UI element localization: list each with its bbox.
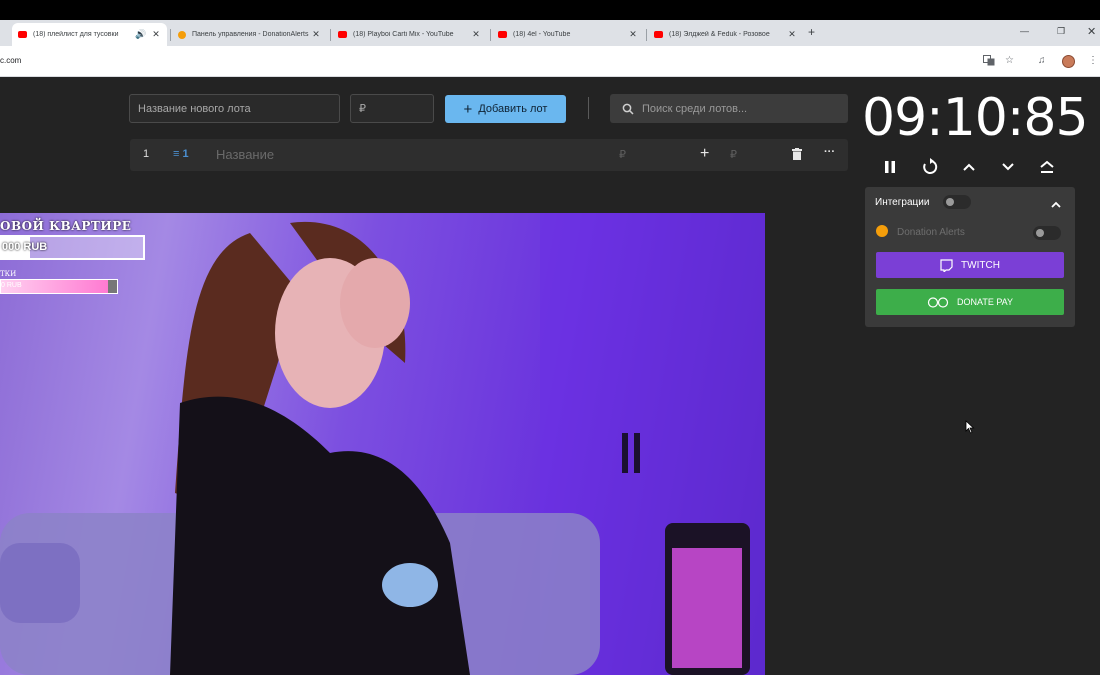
tab-title: (18) Элджей & Feduk - Розовое bbox=[669, 31, 770, 38]
address-bar: c.com ☆ ♫ ⋮ bbox=[0, 46, 1100, 77]
donatepay-icon bbox=[927, 296, 949, 308]
browser-tab-strip: (18) плейлист для тусовки 🔊 ✕ Панель упр… bbox=[0, 20, 1100, 46]
integrations-panel: Интеграции Donation Alerts TWITCH DONATE… bbox=[865, 187, 1075, 327]
new-lot-price-input[interactable]: ₽ bbox=[350, 94, 434, 123]
search-placeholder: Поиск среди лотов... bbox=[642, 102, 748, 115]
donationalerts-icon bbox=[876, 225, 888, 237]
close-icon[interactable]: ✕ bbox=[471, 29, 481, 40]
restore-icon[interactable]: ❐ bbox=[1057, 26, 1065, 37]
goal-title: ОВОЙ КВАРТИРЕ bbox=[0, 219, 132, 233]
youtube-icon bbox=[338, 31, 347, 38]
tab-playlist[interactable]: (18) плейлист для тусовки 🔊 ✕ bbox=[12, 23, 167, 46]
translate-icon[interactable] bbox=[983, 55, 995, 69]
close-icon[interactable]: ✕ bbox=[151, 29, 161, 40]
profile-avatar[interactable] bbox=[1062, 55, 1075, 68]
twitch-button[interactable]: TWITCH bbox=[876, 252, 1064, 278]
window-close-icon[interactable]: ✕ bbox=[1087, 25, 1096, 38]
integrations-toggle[interactable] bbox=[943, 195, 971, 209]
secondary-progress-handle bbox=[108, 280, 117, 293]
lot-row: 1 ≡ 1 Название ₽ + ₽ ··· bbox=[130, 139, 848, 171]
pause-icon[interactable] bbox=[880, 157, 900, 177]
lot-name-field[interactable]: Название bbox=[216, 147, 274, 162]
toolbar-divider bbox=[588, 97, 589, 119]
tab-divider bbox=[330, 29, 331, 41]
close-icon[interactable]: ✕ bbox=[787, 29, 797, 40]
donation-alerts-label: Donation Alerts bbox=[897, 227, 965, 238]
close-icon[interactable]: ✕ bbox=[311, 29, 321, 40]
top-black-bar bbox=[0, 0, 1100, 20]
mouse-cursor-icon bbox=[965, 420, 975, 434]
reset-icon[interactable] bbox=[920, 157, 940, 177]
tab-title: (18) плейлист для тусовки bbox=[33, 31, 119, 38]
close-icon[interactable]: ✕ bbox=[628, 29, 638, 40]
add-lot-button[interactable]: + Добавить лот bbox=[445, 95, 566, 123]
integrations-title: Интеграции bbox=[875, 197, 930, 208]
new-tab-button[interactable]: + bbox=[808, 25, 815, 39]
goal-amount: 000 RUB bbox=[2, 241, 48, 253]
more-options-icon[interactable]: ··· bbox=[824, 146, 835, 158]
lot-index: 1 bbox=[143, 148, 150, 160]
tab-title: (18) Playboi Carti Mix - YouTube bbox=[353, 31, 454, 38]
lot-search-input[interactable]: Поиск среди лотов... bbox=[610, 94, 848, 123]
donationalerts-icon bbox=[178, 30, 186, 39]
secondary-progress-bar: 0 RUB bbox=[0, 279, 118, 294]
chevron-up-icon[interactable] bbox=[959, 157, 979, 177]
donation-alerts-toggle[interactable] bbox=[1033, 226, 1061, 240]
secondary-amount: 0 RUB bbox=[1, 282, 22, 289]
twitch-icon bbox=[940, 258, 953, 272]
tab-divider bbox=[170, 29, 171, 41]
menu-dots-icon[interactable]: ⋮ bbox=[1088, 55, 1098, 66]
youtube-icon bbox=[498, 31, 507, 38]
plus-icon: + bbox=[463, 100, 473, 118]
tab-title: (18) 4el - YouTube bbox=[513, 31, 571, 38]
add-amount-field[interactable]: ₽ bbox=[730, 148, 737, 161]
lot-price-field[interactable]: ₽ bbox=[619, 148, 626, 161]
bookmark-star-icon[interactable]: ☆ bbox=[1005, 55, 1014, 66]
search-icon bbox=[622, 103, 634, 115]
media-control-icon[interactable]: ♫ bbox=[1038, 55, 1046, 66]
timer-display: 09:10:85 bbox=[862, 88, 1089, 148]
add-lot-label: Добавить лот bbox=[478, 103, 548, 115]
tab-4el[interactable]: (18) 4el - YouTube ✕ bbox=[492, 23, 644, 46]
tab-divider bbox=[490, 29, 491, 41]
collapse-chevron-icon[interactable] bbox=[1050, 196, 1062, 214]
screen: (18) плейлист для тусовки 🔊 ✕ Панель упр… bbox=[0, 0, 1100, 675]
delete-lot-icon[interactable] bbox=[792, 148, 802, 163]
tab-title: Панель управления - DonationAlerts bbox=[192, 31, 309, 38]
url-text[interactable]: c.com bbox=[0, 56, 21, 65]
new-lot-name-input[interactable]: Название нового лота bbox=[129, 94, 340, 123]
stream-video: ОВОЙ КВАРТИРЕ 000 RUB ТКИ 0 RUB bbox=[0, 213, 765, 675]
donatepay-button[interactable]: DONATE PAY bbox=[876, 289, 1064, 315]
double-up-icon[interactable] bbox=[1037, 157, 1057, 177]
lot-id-badge: ≡ 1 bbox=[173, 148, 189, 160]
add-amount-plus-icon[interactable]: + bbox=[700, 145, 709, 163]
youtube-icon bbox=[654, 31, 663, 38]
minimize-icon[interactable]: — bbox=[1020, 26, 1029, 36]
secondary-goal-title: ТКИ bbox=[0, 270, 17, 278]
tab-divider bbox=[646, 29, 647, 41]
chevron-down-icon[interactable] bbox=[998, 157, 1018, 177]
donatepay-label: DONATE PAY bbox=[956, 297, 1013, 307]
goal-progress-bar: 000 RUB bbox=[0, 235, 145, 260]
youtube-icon bbox=[18, 31, 27, 38]
tab-eldzhey-feduk[interactable]: (18) Элджей & Feduk - Розовое ✕ bbox=[648, 23, 803, 46]
tab-playboi-carti[interactable]: (18) Playboi Carti Mix - YouTube ✕ bbox=[332, 23, 487, 46]
tab-donationalerts[interactable]: Панель управления - DonationAlerts ✕ bbox=[172, 23, 327, 46]
speaker-icon[interactable]: 🔊 bbox=[135, 29, 146, 40]
twitch-label: TWITCH bbox=[961, 259, 1000, 271]
